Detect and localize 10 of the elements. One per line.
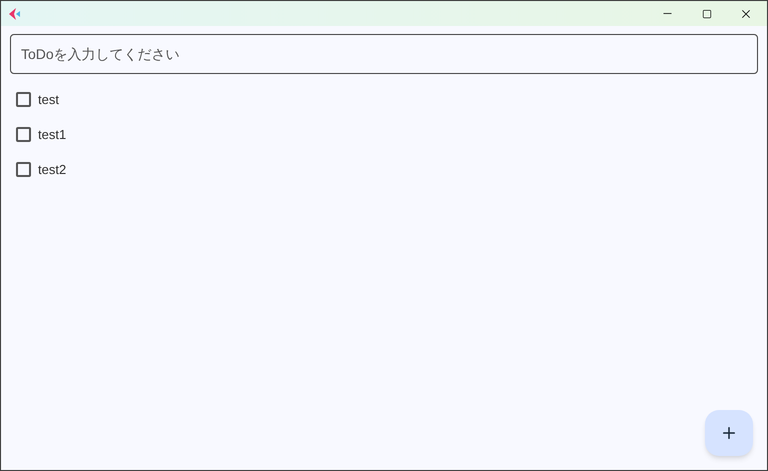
todo-label: test xyxy=(38,90,59,109)
checkbox[interactable] xyxy=(16,162,31,177)
checkbox[interactable] xyxy=(16,127,31,142)
todo-label: test1 xyxy=(38,126,66,144)
maximize-icon xyxy=(702,8,712,18)
app-logo-icon xyxy=(9,8,20,20)
plus-icon xyxy=(720,424,738,442)
todo-label: test2 xyxy=(38,160,66,179)
checkbox[interactable] xyxy=(16,92,31,107)
todo-input-field[interactable]: ToDoを入力してください xyxy=(10,34,758,74)
